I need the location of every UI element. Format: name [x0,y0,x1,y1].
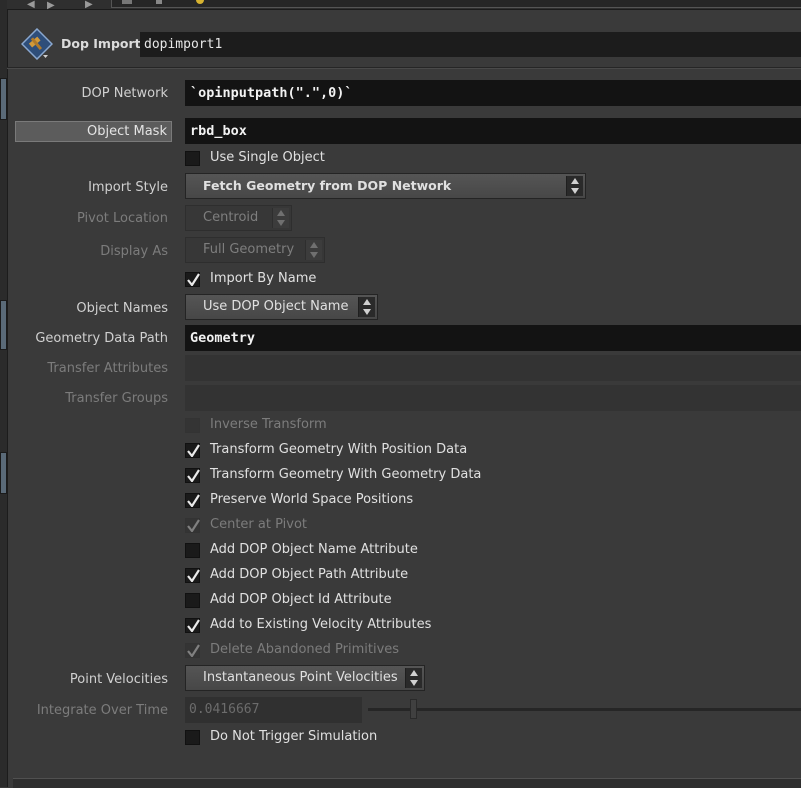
transfer-groups-label: Transfer Groups [65,391,168,406]
transfer-attributes-input[interactable] [185,355,801,381]
header-divider [7,67,801,69]
dock-tab[interactable] [0,78,7,120]
updown-arrows-icon [566,176,583,196]
checkmark-icon [187,519,200,532]
preserve-world-label: Preserve World Space Positions [210,492,414,507]
transform-position-label: Transform Geometry With Position Data [210,442,468,457]
delete-abandoned-checkbox[interactable] [185,643,200,658]
object-mask-input[interactable]: rbd_box [185,118,801,144]
dop-import-node-icon [20,27,54,61]
checkmark-icon [187,444,200,457]
no-trigger-label: Do Not Trigger Simulation [210,729,378,744]
display-as-menu[interactable]: Full Geometry [185,237,325,263]
separator-icon [156,0,162,4]
object-names-label: Object Names [76,301,168,316]
inverse-transform-label: Inverse Transform [210,417,327,432]
updown-arrows-icon [272,208,289,228]
import-style-label: Import Style [88,180,168,195]
integrate-over-time-input[interactable]: 0.0416667 [185,697,362,723]
center-pivot-checkbox[interactable] [185,518,200,533]
transfer-groups-input[interactable] [185,385,801,411]
dop-network-label: DOP Network [81,86,169,101]
transform-geometry-checkbox[interactable] [185,468,200,483]
network-path-bar[interactable] [111,0,801,8]
use-single-object-checkbox[interactable] [185,151,200,166]
preserve-world-checkbox[interactable] [185,493,200,508]
checkmark-icon [187,494,200,507]
node-name-input[interactable]: dopimport1 [140,32,801,57]
geometry-data-path-input[interactable]: Geometry [185,325,801,351]
checkmark-icon [187,619,200,632]
add-path-attr-label: Add DOP Object Path Attribute [210,567,409,582]
updown-arrows-icon [405,668,422,688]
integrate-over-time-slider-handle[interactable] [410,699,417,719]
object-names-value: Use DOP Object Name [203,299,349,314]
dock-tab[interactable] [0,452,7,494]
import-by-name-checkbox[interactable] [185,272,200,287]
network-icon[interactable] [122,0,132,4]
top-toolbar: ◀ ▶ ▶ [7,0,801,11]
checkmark-icon [187,644,200,657]
forward-arrow-icon[interactable]: ▶ [47,1,55,11]
display-as-value: Full Geometry [203,242,295,257]
no-trigger-checkbox[interactable] [185,730,200,745]
add-path-attr-checkbox[interactable] [185,568,200,583]
add-name-attr-label: Add DOP Object Name Attribute [210,542,418,557]
checkmark-icon [187,469,200,482]
add-velocity-label: Add to Existing Velocity Attributes [210,617,432,632]
node-context-icon[interactable] [196,0,204,4]
point-velocities-label: Point Velocities [69,672,168,687]
center-pivot-label: Center at Pivot [210,517,307,532]
transform-geometry-label: Transform Geometry With Geometry Data [210,467,482,482]
import-style-value: Fetch Geometry from DOP Network [203,178,452,193]
inverse-transform-checkbox[interactable] [185,418,200,433]
display-as-label: Display As [100,244,168,259]
dock-tab[interactable] [0,300,7,350]
updown-arrows-icon [358,297,375,317]
integrate-over-time-label: Integrate Over Time [36,703,168,718]
point-velocities-menu[interactable]: Instantaneous Point Velocities [185,665,425,691]
dop-network-input[interactable]: `opinputpath(".",0)` [185,80,801,106]
object-mask-label: Object Mask [87,124,167,139]
left-dock-strip [0,0,8,787]
node-type-label: Dop Import [61,36,141,51]
add-id-attr-label: Add DOP Object Id Attribute [210,592,392,607]
transform-position-checkbox[interactable] [185,443,200,458]
back-arrow-icon[interactable]: ◀ [27,0,35,10]
pivot-location-menu[interactable]: Centroid [185,205,292,231]
use-single-object-label: Use Single Object [210,150,325,165]
transfer-attributes-label: Transfer Attributes [47,361,168,376]
updown-arrows-icon [305,240,322,260]
import-style-menu[interactable]: Fetch Geometry from DOP Network [185,173,586,199]
object-names-menu[interactable]: Use DOP Object Name [185,294,378,320]
pivot-location-value: Centroid [203,210,259,225]
checkmark-icon [187,569,200,582]
geometry-data-path-label: Geometry Data Path [35,331,168,346]
add-id-attr-checkbox[interactable] [185,593,200,608]
add-velocity-checkbox[interactable] [185,618,200,633]
parameter-header: Dop Import dopimport1 [7,24,801,64]
object-mask-label-box[interactable]: Object Mask [15,121,172,142]
add-name-attr-checkbox[interactable] [185,543,200,558]
delete-abandoned-label: Delete Abandoned Primitives [210,642,400,657]
checkmark-icon [187,273,200,286]
pivot-location-label: Pivot Location [76,211,168,226]
import-by-name-label: Import By Name [210,271,317,286]
forward-arrow-icon[interactable]: ▶ [85,0,93,10]
point-velocities-value: Instantaneous Point Velocities [203,670,398,685]
integrate-over-time-slider-track[interactable] [368,708,801,711]
